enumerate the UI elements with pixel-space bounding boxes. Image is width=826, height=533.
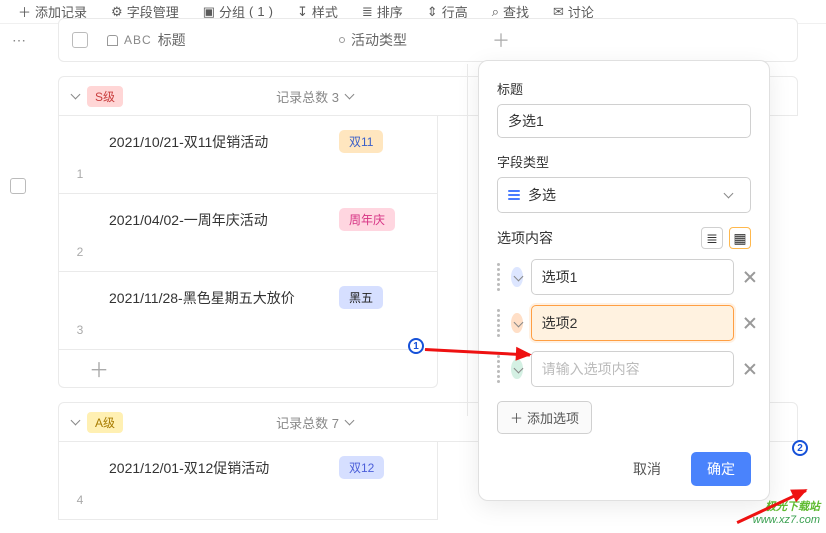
row-type-cell[interactable]: 双11 [339,116,437,193]
table-row[interactable]: 22021/04/02-一周年庆活动周年庆 [58,194,438,272]
chevron-down-icon[interactable] [69,416,81,428]
side-checkbox[interactable] [10,178,26,194]
chevron-down-icon[interactable] [343,416,355,428]
options-view-color-button[interactable]: ▦ [729,227,751,249]
row-type-cell[interactable]: 周年庆 [339,194,437,271]
title-field-label: 标题 [497,79,751,98]
remove-option-button[interactable] [742,269,751,285]
row-title-cell[interactable]: 2021/12/01-双12促销活动 [101,442,339,519]
chevron-down-icon [722,189,734,201]
group-count: 记录总数 3 [276,87,355,106]
annotation-badge-1: 1 [408,338,424,354]
activity-tag: 双11 [339,130,383,153]
annotation-badge-2: 2 [792,440,808,456]
column-boundary [440,64,468,416]
chevron-down-icon[interactable] [343,90,355,102]
row-title-cell[interactable]: 2021/10/21-双11促销活动 [101,116,339,193]
watermark-url: www.xz7.com [753,514,820,526]
option-color-picker[interactable] [511,267,523,287]
drag-handle-icon[interactable] [497,355,503,383]
drag-handle-icon[interactable] [497,309,503,337]
column-header-type[interactable]: 活动类型 [339,30,479,50]
select-all-checkbox[interactable] [72,32,88,48]
remove-option-button[interactable] [742,361,751,377]
column-type-text: 活动类型 [351,30,407,50]
option-input[interactable] [531,305,734,341]
table-row[interactable]: 42021/12/01-双12促销活动双12 [58,442,438,520]
option-row [497,351,751,387]
add-column-button[interactable]: ＋ [479,27,523,53]
row-title-cell[interactable]: 2021/04/02-一周年庆活动 [101,194,339,271]
table-header-row: ABC 标题 活动类型 ＋ [58,18,798,62]
row-index: 3 [59,272,101,349]
field-type-value: 多选 [528,185,556,205]
table-row[interactable]: 12021/10/21-双11促销活动双11 [58,116,438,194]
option-input[interactable] [531,351,734,387]
option-color-picker[interactable] [511,359,523,379]
options-view-list-button[interactable]: ≣ [701,227,723,249]
watermark: 极光下载站 www.xz7.com [753,501,820,527]
title-input[interactable] [497,104,751,138]
add-option-label: 添加选项 [527,408,579,427]
column-header-title[interactable]: ABC 标题 [101,30,339,50]
row-index: 2 [59,194,101,271]
chevron-down-icon [512,272,522,282]
more-menu-icon[interactable]: ⋯ [12,32,28,49]
add-row-button[interactable]: ＋ [58,350,438,388]
col-type-label: ABC [124,33,152,47]
column-title-text: 标题 [158,30,186,50]
multiselect-icon [508,190,520,200]
group-badge: S级 [87,86,123,107]
option-color-picker[interactable] [511,313,523,333]
row-type-cell[interactable]: 双12 [339,442,437,519]
confirm-button[interactable]: 确定 [691,452,751,486]
row-index: 4 [59,442,101,519]
option-row [497,259,751,295]
cancel-button[interactable]: 取消 [629,453,665,485]
activity-tag: 双12 [339,456,384,479]
lock-icon [107,35,118,46]
field-config-panel: 标题 字段类型 多选 选项内容 ≣ ▦ ＋ 添加选项 取消 确定 [478,60,770,501]
option-input[interactable] [531,259,734,295]
remove-option-button[interactable] [742,315,751,331]
chevron-down-icon[interactable] [69,90,81,102]
option-row [497,305,751,341]
field-type-label: 字段类型 [497,152,751,171]
options-label: 选项内容 [497,228,553,248]
table-row[interactable]: 32021/11/28-黑色星期五大放价黑五 [58,272,438,350]
row-index: 1 [59,116,101,193]
activity-tag: 黑五 [339,286,383,309]
activity-tag: 周年庆 [339,208,395,231]
group-count: 记录总数 7 [276,413,355,432]
row-title-cell[interactable]: 2021/11/28-黑色星期五大放价 [101,272,339,349]
type-icon [339,37,345,43]
drag-handle-icon[interactable] [497,263,503,291]
chevron-down-icon [512,318,522,328]
add-option-button[interactable]: ＋ 添加选项 [497,401,592,434]
field-type-select[interactable]: 多选 [497,177,751,213]
chevron-down-icon [512,364,522,374]
group-badge: A级 [87,412,123,433]
row-type-cell[interactable]: 黑五 [339,272,437,349]
